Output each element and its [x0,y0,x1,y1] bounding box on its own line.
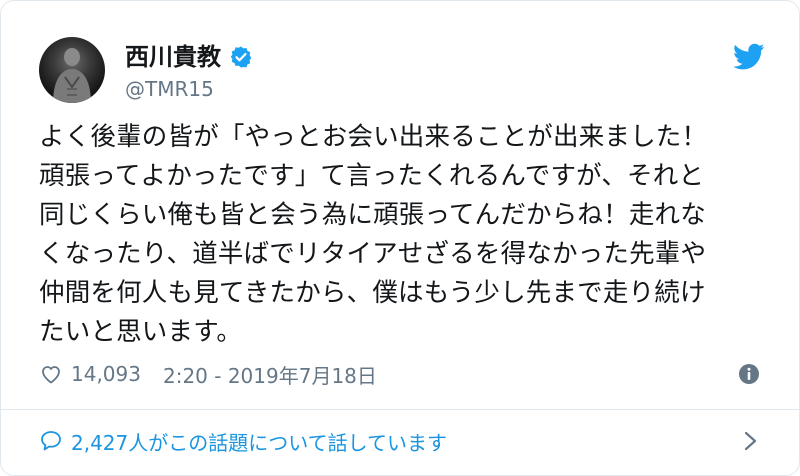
name-row: 西川貴教 [125,43,253,71]
avatar-portrait [53,48,91,103]
conversation-text[interactable]: 2,427人がこの話題について話しています [71,427,447,456]
conversation-link[interactable]: 2,427人がこの話題について話しています [39,423,761,459]
like-count[interactable]: 14,093 [71,362,141,386]
tweet-header: 西川貴教 @TMR15 [39,37,769,103]
speech-bubble-icon [41,431,61,451]
divider [1,409,799,410]
display-name[interactable]: 西川貴教 [125,43,221,71]
info-icon[interactable] [737,362,761,386]
tweet-text: よく後輩の皆が「やっとお会い出来ることが出来ました！ 頑張ってよかったです」て言… [39,122,708,347]
tweet-meta: 14,093 2:20 - 2019年7月18日 [39,358,761,390]
verified-badge-icon [230,46,252,68]
chevron-right-icon[interactable] [739,429,761,453]
tweet-card: 西川貴教 @TMR15 よく後輩の皆が「やっとお会い出来ることが出来ました！ 頑… [0,0,800,476]
twitter-bird-icon[interactable] [733,43,765,71]
handle[interactable]: @TMR15 [125,77,214,101]
timestamp[interactable]: 2:20 - 2019年7月18日 [163,360,377,389]
heart-icon[interactable] [39,362,63,386]
avatar[interactable] [39,37,105,103]
